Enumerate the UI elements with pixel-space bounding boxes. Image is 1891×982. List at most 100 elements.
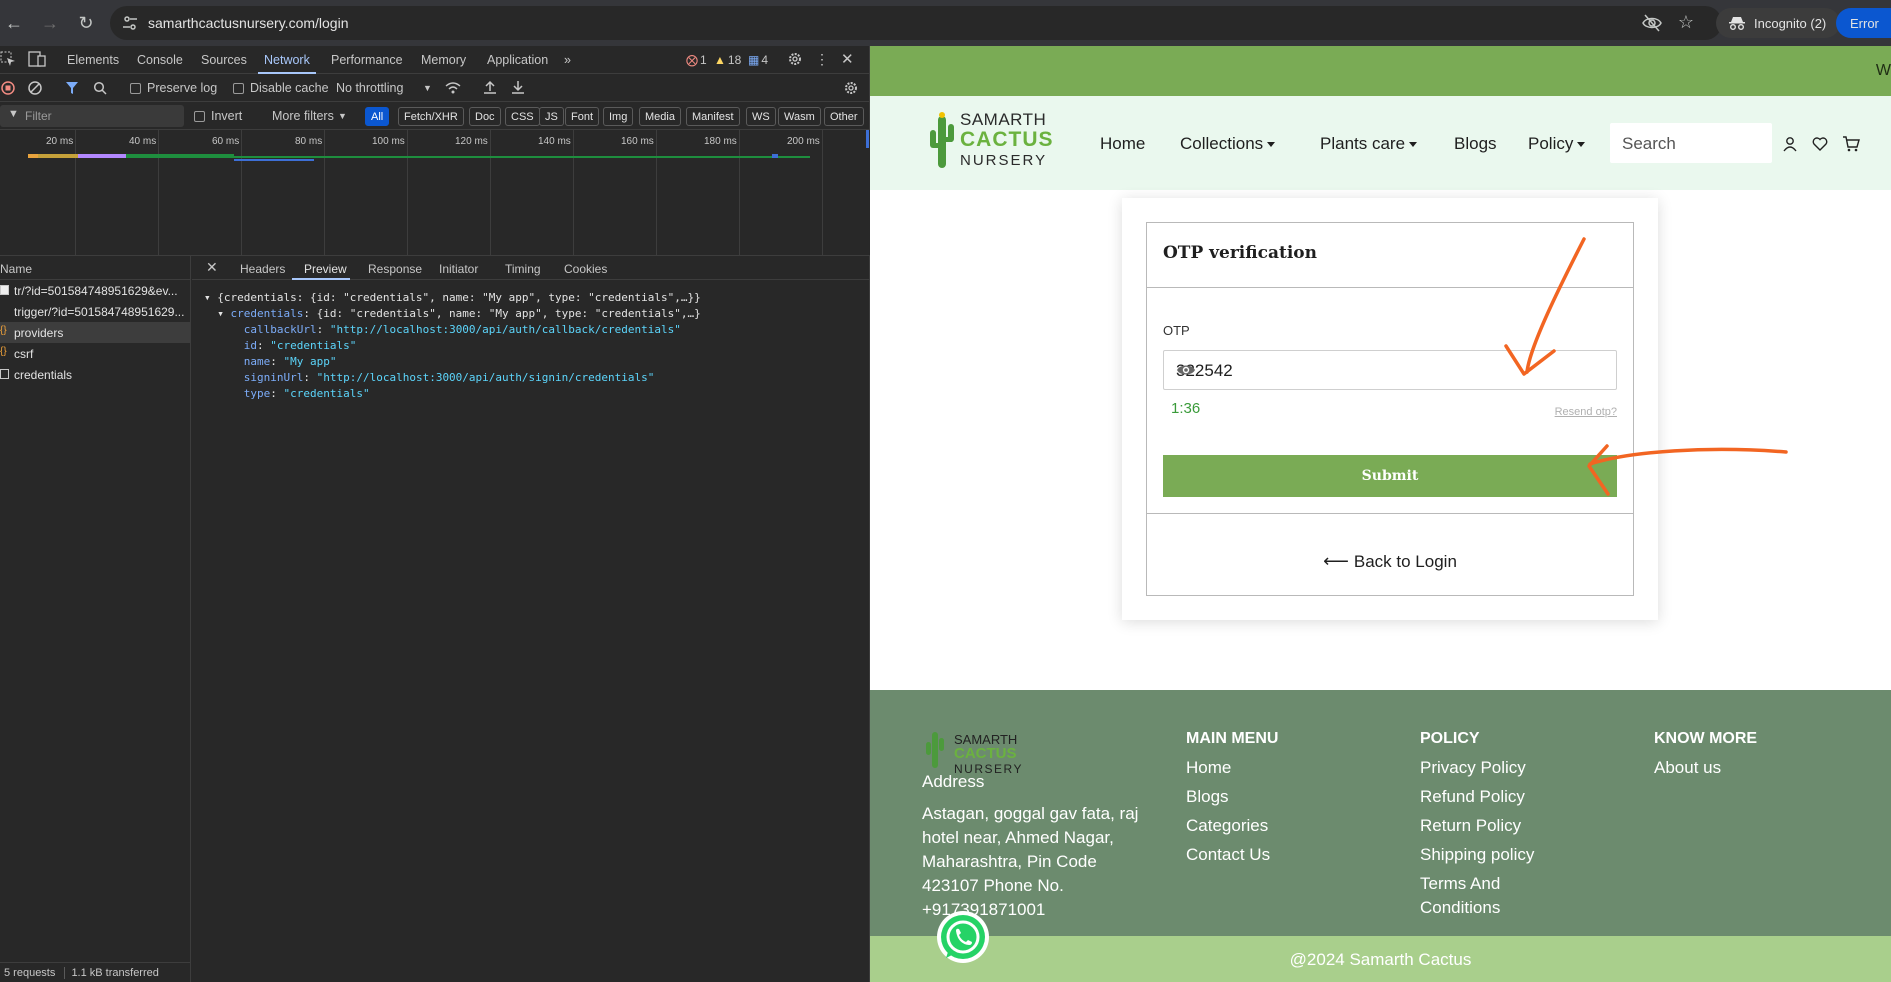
request-row[interactable]: trigger/?id=501584748951629... <box>0 301 190 322</box>
wishlist-heart-icon[interactable] <box>1812 136 1828 152</box>
filter-chip-css[interactable]: CSS <box>505 107 540 126</box>
reload-icon[interactable]: ↻ <box>74 11 98 35</box>
tracking-protection-icon[interactable] <box>1642 14 1662 32</box>
error-button[interactable]: Error <box>1836 8 1891 38</box>
incognito-button[interactable]: Incognito (2) <box>1716 8 1841 38</box>
tab-cookies[interactable]: Cookies <box>564 262 607 276</box>
message-count-badge[interactable]: ▦ 4 <box>748 53 768 67</box>
footer-link-contact[interactable]: Contact Us <box>1186 845 1270 865</box>
filter-chip-media[interactable]: Media <box>639 107 681 126</box>
filter-chip-img[interactable]: Img <box>603 107 634 126</box>
network-timeline-overview[interactable]: 20 ms 40 ms 60 ms 80 ms 100 ms 120 ms 14… <box>0 130 870 256</box>
invert-checkbox[interactable] <box>194 111 205 122</box>
show-password-eye-icon[interactable] <box>1176 363 1608 377</box>
tab-memory[interactable]: Memory <box>421 53 466 67</box>
record-stop-icon[interactable] <box>1 81 15 95</box>
request-row[interactable]: credentials <box>0 364 190 385</box>
cart-icon[interactable] <box>1842 136 1860 152</box>
tab-initiator[interactable]: Initiator <box>439 262 478 276</box>
nav-plants-care[interactable]: Plants care <box>1320 134 1418 154</box>
json-preview-tree: ▾ {credentials: {id: "credentials", name… <box>204 291 701 400</box>
json-child-summary[interactable]: {id: "credentials", name: "My app", type… <box>317 307 701 320</box>
filter-chip-other[interactable]: Other <box>824 107 864 126</box>
preserve-log-checkbox[interactable] <box>130 83 141 94</box>
bookmark-star-icon[interactable]: ☆ <box>1678 12 1694 33</box>
tab-console[interactable]: Console <box>137 53 183 67</box>
url-text[interactable]: samarthcactusnursery.com/login <box>148 15 348 31</box>
footer-link-return[interactable]: Return Policy <box>1420 816 1521 836</box>
filter-chip-ws[interactable]: WS <box>746 107 776 126</box>
resend-otp-link[interactable]: Resend otp? <box>1555 406 1617 418</box>
nav-home[interactable]: Home <box>1100 134 1145 154</box>
more-filters-dropdown[interactable]: More filters <box>272 109 334 123</box>
address-bar[interactable]: samarthcactusnursery.com/login ☆ <box>110 6 1722 40</box>
close-detail-icon[interactable]: ✕ <box>206 259 218 276</box>
name-column-header[interactable]: Name <box>0 256 190 280</box>
filter-chip-manifest[interactable]: Manifest <box>686 107 740 126</box>
device-toolbar-icon[interactable] <box>28 51 46 67</box>
throttling-caret-icon[interactable]: ▼ <box>423 83 432 93</box>
filter-funnel-icon[interactable] <box>65 81 79 95</box>
tab-performance[interactable]: Performance <box>331 53 403 67</box>
export-har-icon[interactable] <box>511 80 525 94</box>
tab-timing[interactable]: Timing <box>505 262 541 276</box>
tab-preview[interactable]: Preview <box>304 262 347 276</box>
footer-link-home[interactable]: Home <box>1186 758 1231 778</box>
site-info-icon[interactable] <box>122 15 138 31</box>
filter-chip-font[interactable]: Font <box>565 107 600 126</box>
settings-gear-icon[interactable] <box>787 51 803 67</box>
tab-elements[interactable]: Elements <box>67 53 119 67</box>
tab-network[interactable]: Network <box>264 53 310 67</box>
request-row[interactable]: tr/?id=501584748951629&ev... <box>0 280 190 301</box>
kebab-menu-icon[interactable]: ⋮ <box>815 51 829 68</box>
tab-application[interactable]: Application <box>487 53 548 67</box>
warning-count-badge[interactable]: ▲ 18 <box>714 53 741 67</box>
forward-icon[interactable]: → <box>38 11 62 35</box>
filter-chip-js[interactable]: JS <box>539 107 564 126</box>
footer-link-categories[interactable]: Categories <box>1186 816 1268 836</box>
user-account-icon[interactable] <box>1782 136 1798 152</box>
network-conditions-icon[interactable] <box>445 81 461 95</box>
nav-policy[interactable]: Policy <box>1528 134 1586 154</box>
filter-chip-wasm[interactable]: Wasm <box>778 107 821 126</box>
footer-link-conditions[interactable]: Conditions <box>1420 898 1500 918</box>
nav-collections[interactable]: Collections <box>1180 134 1276 154</box>
footer-link-privacy[interactable]: Privacy Policy <box>1420 758 1526 778</box>
network-settings-icon[interactable] <box>843 80 859 96</box>
import-har-icon[interactable] <box>483 80 497 94</box>
otp-input[interactable]: 322542 <box>1163 350 1617 390</box>
tab-response[interactable]: Response <box>368 262 422 276</box>
expand-triangle-icon[interactable]: ▾ <box>217 307 230 320</box>
search-icon[interactable] <box>93 81 107 95</box>
tab-sources[interactable]: Sources <box>201 53 247 67</box>
banner-text: W <box>1875 62 1891 79</box>
submit-button[interactable]: Submit <box>1163 455 1617 497</box>
back-to-login-link[interactable]: ⟵ Back to Login <box>1147 551 1633 572</box>
back-icon[interactable]: ← <box>2 11 26 35</box>
search-input[interactable]: Search <box>1610 123 1772 163</box>
filter-input[interactable]: ▼ Filter <box>0 105 184 127</box>
footer-link-shipping[interactable]: Shipping policy <box>1420 845 1534 865</box>
json-root-summary[interactable]: {credentials: {id: "credentials", name: … <box>217 291 700 304</box>
disable-cache-checkbox[interactable] <box>233 83 244 94</box>
footer-link-blogs[interactable]: Blogs <box>1186 787 1229 807</box>
filter-chip-all[interactable]: All <box>365 107 390 126</box>
more-filters-caret-icon[interactable]: ▼ <box>338 111 347 121</box>
clear-icon[interactable] <box>28 81 42 95</box>
close-devtools-icon[interactable]: ✕ <box>841 50 854 68</box>
footer-link-refund[interactable]: Refund Policy <box>1420 787 1525 807</box>
footer-link-about[interactable]: About us <box>1654 758 1721 778</box>
throttling-select[interactable]: No throttling <box>336 81 403 95</box>
more-tabs-icon[interactable]: » <box>564 53 571 67</box>
whatsapp-chat-button[interactable] <box>934 908 992 966</box>
error-count-badge[interactable]: ⨂ 1 <box>686 53 707 67</box>
tab-headers[interactable]: Headers <box>240 262 285 276</box>
request-row-selected[interactable]: {} providers <box>0 322 190 343</box>
footer-link-terms[interactable]: Terms And <box>1420 874 1500 894</box>
filter-chip-fetch-xhr[interactable]: Fetch/XHR <box>398 107 464 126</box>
expand-triangle-icon[interactable]: ▾ <box>204 291 217 304</box>
request-row[interactable]: {} csrf <box>0 343 190 364</box>
filter-chip-doc[interactable]: Doc <box>469 107 501 126</box>
inspect-element-icon[interactable] <box>0 51 16 67</box>
nav-blogs[interactable]: Blogs <box>1454 134 1497 154</box>
